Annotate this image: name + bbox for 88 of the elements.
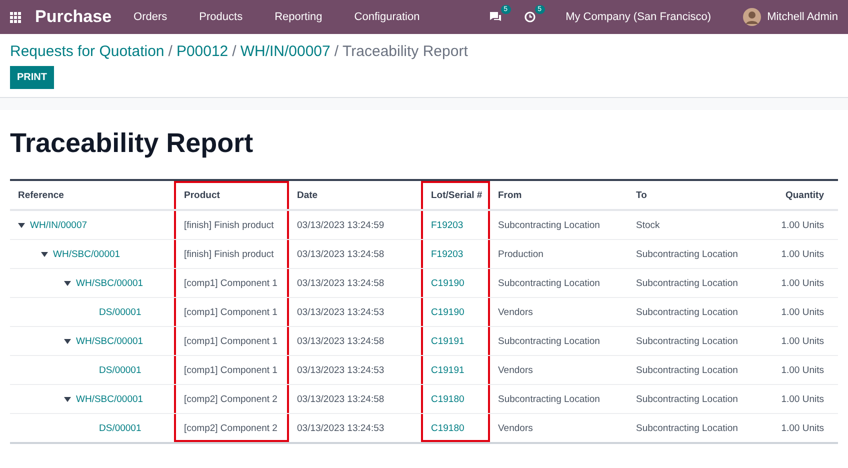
table-cell: [finish] Finish product (174, 211, 289, 239)
table-cell-text: Vendors (497, 306, 534, 320)
breadcrumb-separator: / (232, 43, 236, 60)
menu-item[interactable]: Products (199, 11, 243, 23)
menu-item[interactable]: Configuration (354, 11, 420, 23)
chat-icon[interactable] (488, 11, 502, 23)
table-cell-text: 03/13/2023 13:24:58 (296, 276, 386, 290)
table-cell-text: Subcontracting Location (497, 276, 601, 290)
breadcrumb-separator: / (334, 43, 339, 60)
table-cell-text: Subcontracting Location (497, 392, 601, 406)
breadcrumb-current: Traceability Report (342, 43, 468, 60)
reference-link[interactable]: WH/SBC/00001 (76, 336, 144, 346)
table-cell-text: Vendors (497, 364, 534, 378)
table-cell-text: Subcontracting Location (635, 306, 739, 320)
caret-down-icon[interactable] (64, 396, 71, 402)
lot-link[interactable]: C19190 (421, 298, 490, 326)
table-cell-text: 03/13/2023 13:24:53 (296, 364, 386, 378)
table-cell-text: 1.00 Units (780, 218, 825, 232)
table-cell-text: Vendors (497, 422, 534, 436)
column-header: Date (296, 188, 319, 202)
reference-link[interactable]: WH/SBC/00001 (76, 394, 144, 404)
column-header: From (497, 188, 523, 202)
table-cell-text: Stock (635, 218, 661, 232)
table-cell-text: 03/13/2023 13:24:58 (296, 334, 386, 348)
company-switcher[interactable]: My Company (San Francisco) (566, 11, 712, 23)
table-cell: [comp2] Component 2 (174, 385, 289, 413)
user-avatar[interactable] (743, 8, 762, 26)
table-cell: [comp2] Component 2 (174, 414, 289, 442)
reference-link[interactable]: DS/00001 (99, 364, 142, 376)
table-cell-text: Subcontracting Location (635, 276, 739, 290)
lot-link[interactable]: C19180 (421, 385, 490, 413)
lot-link[interactable]: F19203 (421, 211, 490, 239)
table-cell-text: 03/13/2023 13:24:58 (296, 248, 386, 262)
table-cell-text: 03/13/2023 13:24:53 (296, 306, 386, 320)
table-cell: [comp1] Component 1 (174, 356, 289, 384)
lot-link[interactable]: C19191 (421, 327, 490, 355)
table-cell-text: Subcontracting Location (635, 334, 739, 348)
table-cell-text: 1.00 Units (780, 392, 825, 406)
user-name[interactable]: Mitchell Admin (767, 11, 838, 23)
lot-link[interactable]: C19180 (421, 414, 490, 442)
table-cell: [comp1] Component 1 (174, 327, 289, 355)
menu-item[interactable]: Reporting (274, 11, 322, 23)
table-cell: [comp1] Component 1 (174, 269, 289, 297)
table-cell-text: Subcontracting Location (635, 364, 739, 378)
reference-link[interactable]: WH/IN/00007 (30, 220, 88, 230)
column-header: To (635, 188, 648, 202)
table-cell-text: Subcontracting Location (497, 334, 601, 348)
table-cell-text: 1.00 Units (780, 422, 825, 436)
breadcrumb-separator: / (168, 43, 172, 60)
apps-menu-icon[interactable] (10, 12, 21, 22)
caret-down-icon[interactable] (64, 338, 71, 344)
table-cell: [comp1] Component 1 (174, 298, 289, 326)
caret-down-icon[interactable] (18, 222, 25, 228)
table-cell-text: Subcontracting Location (635, 392, 739, 406)
column-header: Quantity (784, 188, 825, 202)
lot-link[interactable]: F19203 (421, 240, 490, 268)
table-cell-text: 1.00 Units (780, 364, 825, 378)
breadcrumb-link[interactable]: P00012 (176, 43, 228, 60)
caret-down-icon[interactable] (64, 280, 71, 286)
reference-link[interactable]: DS/00001 (99, 306, 142, 318)
reference-link[interactable]: WH/SBC/00001 (76, 278, 144, 288)
table-cell-text: Subcontracting Location (635, 422, 739, 436)
print-button[interactable]: PRINT (10, 66, 54, 89)
table-cell-text: 03/13/2023 13:24:53 (296, 422, 386, 436)
table-cell-text: Subcontracting Location (497, 218, 601, 232)
table-cell-text: 03/13/2023 13:24:59 (296, 218, 386, 232)
lot-link[interactable]: C19191 (421, 356, 490, 384)
app-name[interactable]: Purchase (35, 7, 112, 27)
lot-link[interactable]: C19190 (421, 269, 490, 297)
table-cell-text: 1.00 Units (780, 334, 825, 348)
page-title: Traceability Report (10, 128, 254, 159)
table-cell-text: Subcontracting Location (635, 248, 739, 262)
table-cell-text: 1.00 Units (780, 248, 825, 262)
table-cell-text: 1.00 Units (780, 276, 825, 290)
table-cell: [finish] Finish product (174, 240, 289, 268)
column-header: Product (174, 181, 289, 209)
caret-down-icon[interactable] (41, 252, 48, 256)
table-cell-text: 1.00 Units (780, 306, 825, 320)
clock-icon[interactable] (524, 11, 536, 23)
table-cell-text: 03/13/2023 13:24:58 (296, 392, 386, 406)
table-cell-text: Production (497, 248, 544, 262)
menu-item[interactable]: Orders (134, 11, 168, 23)
breadcrumb-link[interactable]: WH/IN/00007 (240, 43, 330, 60)
column-header: Lot/Serial # (421, 181, 490, 209)
reference-link[interactable]: DS/00001 (99, 422, 142, 434)
breadcrumb-link[interactable]: Requests for Quotation (10, 43, 164, 60)
column-header: Reference (17, 188, 65, 202)
reference-link[interactable]: WH/SBC/00001 (53, 248, 120, 260)
